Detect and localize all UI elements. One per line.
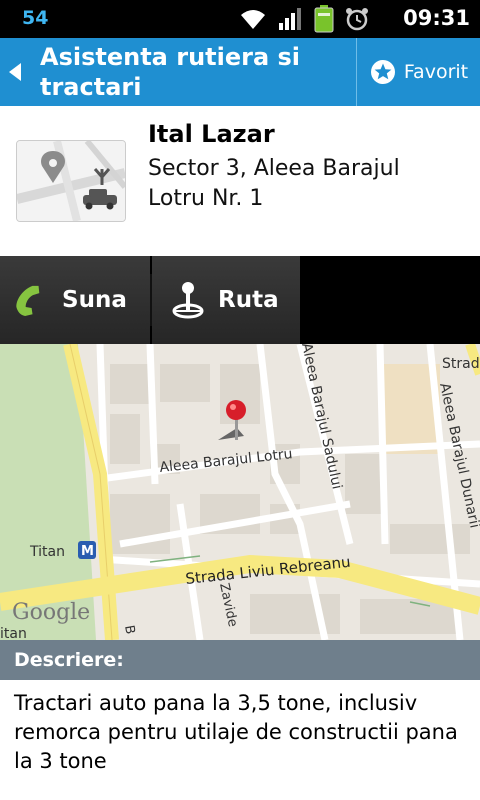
- signal-icon: [279, 8, 301, 30]
- metro-symbol: M: [81, 544, 94, 559]
- map-label-titan-bottom: itan: [0, 626, 27, 640]
- route-label: Ruta: [218, 287, 279, 313]
- phone-icon: [16, 285, 40, 317]
- action-bar: Asistenta rutiera si tractari Favorit: [0, 38, 480, 106]
- route-pin-icon: [172, 282, 204, 319]
- status-bar: 54 09:31: [0, 0, 480, 38]
- favorite-label: Favorit: [403, 61, 469, 83]
- alarm-icon: [346, 8, 368, 31]
- map-label-strada-top: Strad: [442, 356, 480, 372]
- description-text: Tractari auto pana la 3,5 tone, inclusiv…: [14, 691, 458, 773]
- map-thumbnail-icon: [17, 141, 125, 221]
- business-address: Sector 3, Aleea Barajul Lotru Nr. 1: [148, 156, 400, 211]
- call-button[interactable]: Suna: [0, 256, 150, 344]
- call-label: Suna: [62, 287, 127, 313]
- description-heading: Descriere:: [0, 640, 480, 680]
- map-view[interactable]: Aleea Barajul Lotru Aleea Barajul Sadulu…: [0, 344, 480, 640]
- map-label-titan: Titan: [29, 544, 65, 560]
- route-button[interactable]: Ruta: [152, 256, 300, 344]
- map-canvas[interactable]: Aleea Barajul Lotru Aleea Barajul Sadulu…: [0, 344, 480, 640]
- favorite-button[interactable]: Favorit: [358, 38, 480, 106]
- google-logo: Google: [12, 600, 90, 625]
- notification-count: 54: [22, 7, 49, 29]
- action-buttons: Suna Ruta: [0, 256, 480, 344]
- map-thumbnail: [16, 140, 126, 222]
- wifi-icon: [241, 10, 265, 29]
- listing-info: Ital Lazar Sector 3, Aleea Barajul Lotru…: [0, 106, 480, 256]
- action-bar-divider: [356, 38, 357, 106]
- star-icon: [370, 60, 395, 84]
- back-arrow-icon[interactable]: [9, 63, 21, 81]
- status-icons: [238, 4, 370, 34]
- page-title: Asistenta rutiera si tractari: [40, 43, 301, 101]
- clock: 09:31: [403, 6, 470, 30]
- business-name: Ital Lazar: [148, 120, 275, 148]
- battery-icon: [314, 5, 334, 33]
